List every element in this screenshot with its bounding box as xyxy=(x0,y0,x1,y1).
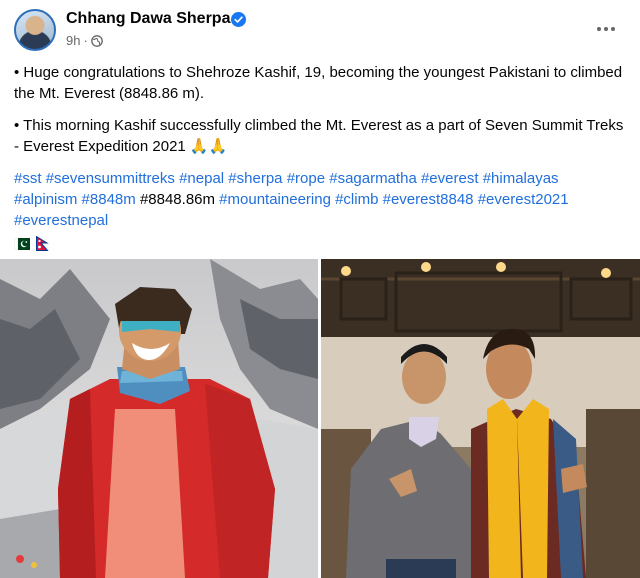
hashtag-link[interactable]: #sst xyxy=(14,170,42,187)
hashtag-link[interactable]: #himalayas xyxy=(483,170,559,187)
hashtag-link[interactable]: #everest xyxy=(421,170,479,187)
globe-icon xyxy=(90,34,103,47)
post-time[interactable]: 9h xyxy=(66,33,80,48)
flag-emojis xyxy=(14,236,626,251)
hashtag-link[interactable]: #nepal xyxy=(179,170,224,187)
hashtag-link[interactable]: #sevensummittreks xyxy=(46,170,175,187)
more-dot xyxy=(597,27,601,31)
hashtag-link[interactable]: #everest8848 xyxy=(383,191,474,208)
hashtag-link[interactable]: #mountaineering xyxy=(219,191,331,208)
hashtag-link[interactable]: #alpinism xyxy=(14,191,77,208)
hashtag-link[interactable]: #climb xyxy=(335,191,378,208)
hashtag-link[interactable]: #everest2021 xyxy=(478,191,569,208)
hashtag-plain-text: #8848.86m xyxy=(139,191,215,208)
post-header: Chhang Dawa Sherpa 9h · xyxy=(0,0,640,60)
hashtag-list: #sst #sevensummittreks #nepal #sherpa #r… xyxy=(14,168,626,231)
verified-badge-icon xyxy=(231,12,246,27)
hashtag-link[interactable]: #sagarmatha xyxy=(329,170,417,187)
summit-team-photo[interactable] xyxy=(321,259,640,578)
hashtag-link[interactable]: #8848m xyxy=(82,191,136,208)
more-dot xyxy=(611,27,615,31)
climber-photo[interactable] xyxy=(0,259,318,578)
author-name[interactable]: Chhang Dawa Sherpa xyxy=(66,10,230,28)
author-avatar[interactable] xyxy=(14,9,56,51)
post-text: • Huge congratulations to Shehroze Kashi… xyxy=(14,62,626,251)
pakistan-flag-icon xyxy=(14,237,30,250)
post-paragraph-2: • This morning Kashif successfully climb… xyxy=(14,117,624,155)
more-options-button[interactable] xyxy=(592,18,620,40)
post-meta: 9h · xyxy=(66,33,103,48)
post-paragraph-1: • Huge congratulations to Shehroze Kashi… xyxy=(14,64,623,102)
nepal-flag-icon xyxy=(36,236,49,251)
meta-separator: · xyxy=(83,33,88,48)
hashtag-link[interactable]: #everestnepal xyxy=(14,212,108,229)
hashtag-link[interactable]: #sherpa xyxy=(228,170,282,187)
more-dot xyxy=(604,27,608,31)
hashtag-link[interactable]: #rope xyxy=(287,170,325,187)
